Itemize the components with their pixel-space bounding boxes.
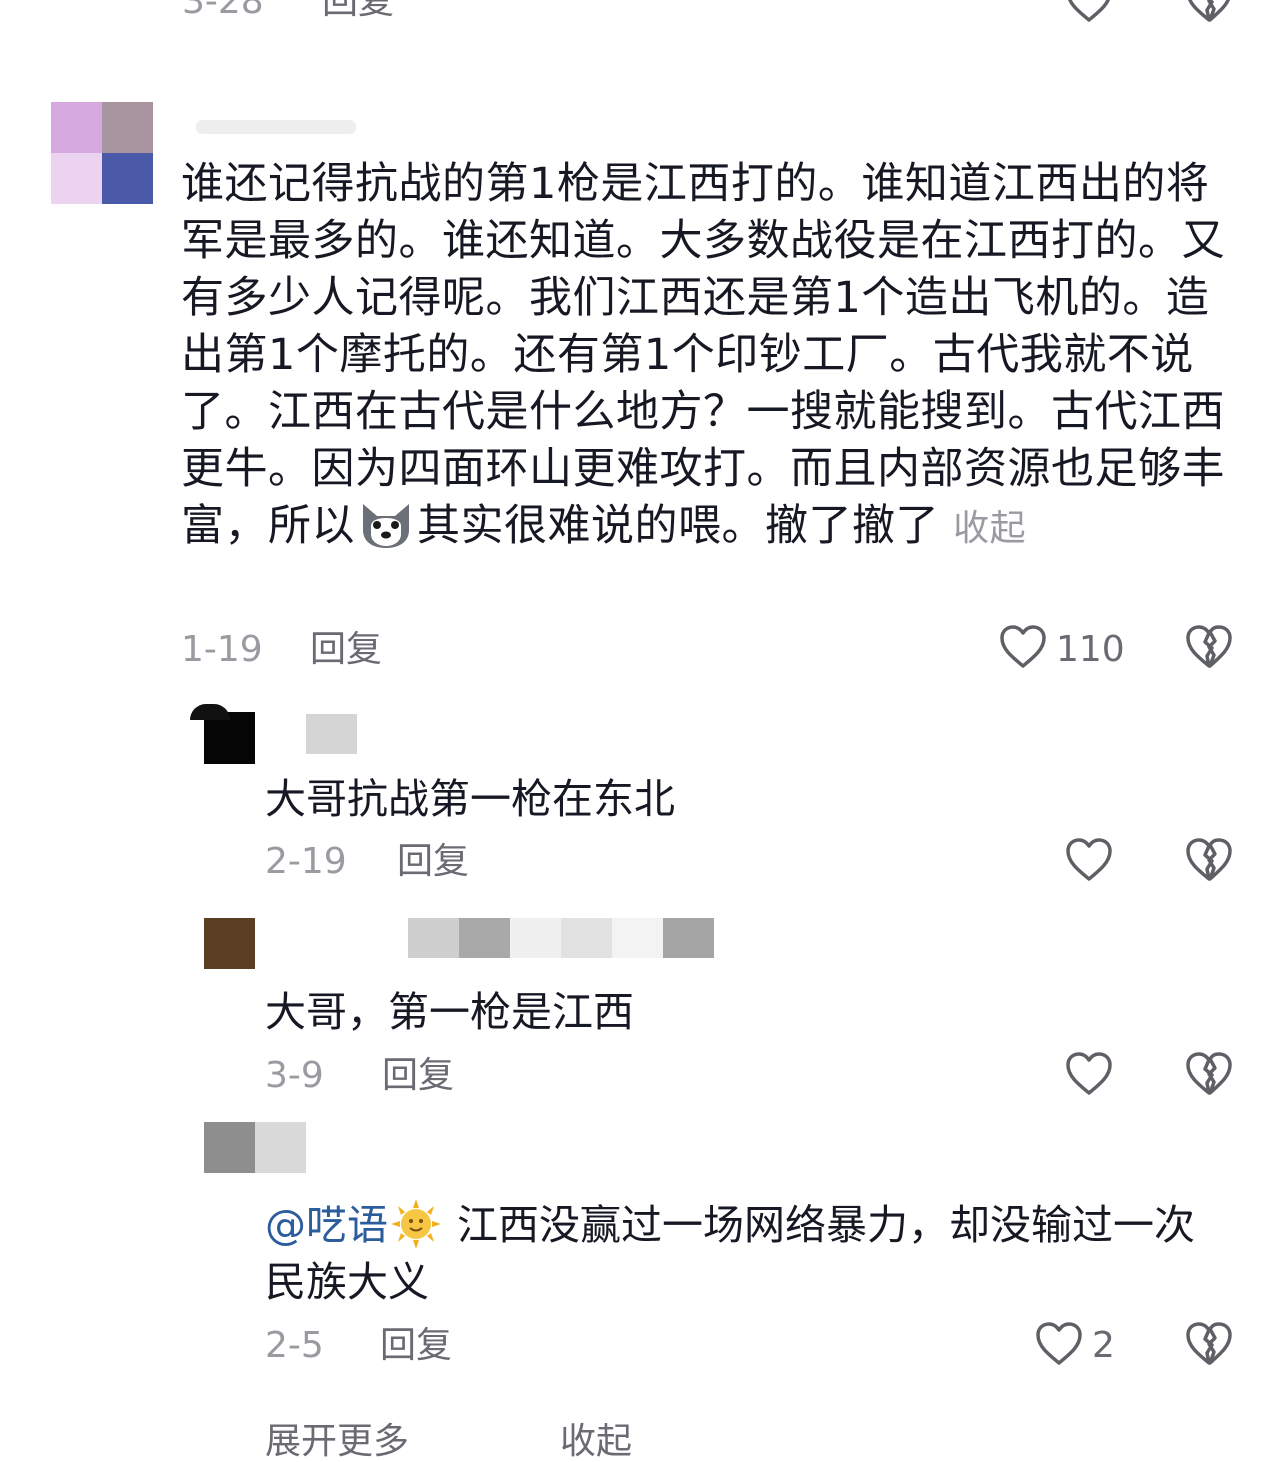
reply-date: 2-5: [265, 1325, 324, 1366]
like-button[interactable]: [1064, 1051, 1114, 1097]
heart-outline-icon: [1067, 0, 1111, 22]
reply-avatar[interactable]: [204, 1122, 306, 1173]
reply-date: 2-19: [265, 841, 347, 882]
broken-heart-icon: [1186, 625, 1232, 668]
dislike-button[interactable]: [1184, 837, 1234, 883]
reply-text: @呓语 江西没赢过一场网络暴力，却没输过一次民族大义: [265, 1197, 1225, 1311]
comment-date: 1-19: [181, 629, 263, 670]
heart-outline-icon: [1066, 838, 1112, 881]
comment-body: 谁还记得抗战的第1枪是江西打的。谁知道江西出的将军是最多的。谁还知道。大多数战役…: [181, 159, 1225, 551]
mention-link[interactable]: @呓语: [265, 1201, 388, 1249]
collapse-replies-link[interactable]: 收起: [560, 1422, 632, 1462]
dislike-button[interactable]: [1184, 624, 1234, 670]
like-count: 110: [1056, 629, 1125, 670]
broken-heart-icon: [1186, 1052, 1232, 1095]
comment-text: 谁还记得抗战的第1枪是江西打的。谁知道江西出的将军是最多的。谁还知道。大多数战役…: [181, 156, 1231, 557]
reply-button[interactable]: 回复: [382, 1056, 454, 1096]
reply-avatar[interactable]: [190, 704, 255, 764]
comment-body-after: 其实很难说的喂。撤了撤了: [417, 501, 939, 551]
avatar[interactable]: [51, 102, 153, 204]
reply-button[interactable]: 回复: [310, 630, 382, 670]
like-button[interactable]: [1034, 1321, 1084, 1367]
prev-reply-button[interactable]: 回复: [322, 0, 394, 22]
reply-username-blurred[interactable]: [306, 714, 357, 754]
prev-like-button[interactable]: [1064, 0, 1114, 24]
collapse-link[interactable]: 收起: [953, 508, 1026, 549]
reply-avatar[interactable]: [204, 918, 255, 969]
broken-heart-icon: [1186, 1322, 1232, 1365]
prev-comment-date: 3-28: [182, 0, 264, 22]
broken-heart-icon: [1187, 0, 1231, 22]
dislike-button[interactable]: [1184, 1051, 1234, 1097]
reply-username-blurred[interactable]: [408, 918, 714, 958]
reply-text: 大哥，第一枪是江西: [265, 988, 634, 1036]
username-blurred[interactable]: [196, 120, 356, 134]
like-count: 2: [1092, 1325, 1115, 1366]
dislike-button[interactable]: [1184, 1321, 1234, 1367]
heart-outline-icon: [1066, 1052, 1112, 1095]
wolf-emoji-icon: [357, 500, 415, 550]
expand-more-link[interactable]: 展开更多: [265, 1422, 409, 1462]
like-button[interactable]: [998, 624, 1048, 670]
prev-dislike-button[interactable]: [1184, 0, 1234, 24]
broken-heart-icon: [1186, 838, 1232, 881]
sun-emoji-icon: [390, 1199, 442, 1249]
like-button[interactable]: [1064, 837, 1114, 883]
heart-outline-icon: [1036, 1322, 1082, 1365]
reply-button[interactable]: 回复: [380, 1326, 452, 1366]
reply-date: 3-9: [265, 1055, 324, 1096]
reply-button[interactable]: 回复: [397, 842, 469, 882]
heart-outline-icon: [1000, 625, 1046, 668]
reply-text: 大哥抗战第一枪在东北: [265, 775, 675, 823]
